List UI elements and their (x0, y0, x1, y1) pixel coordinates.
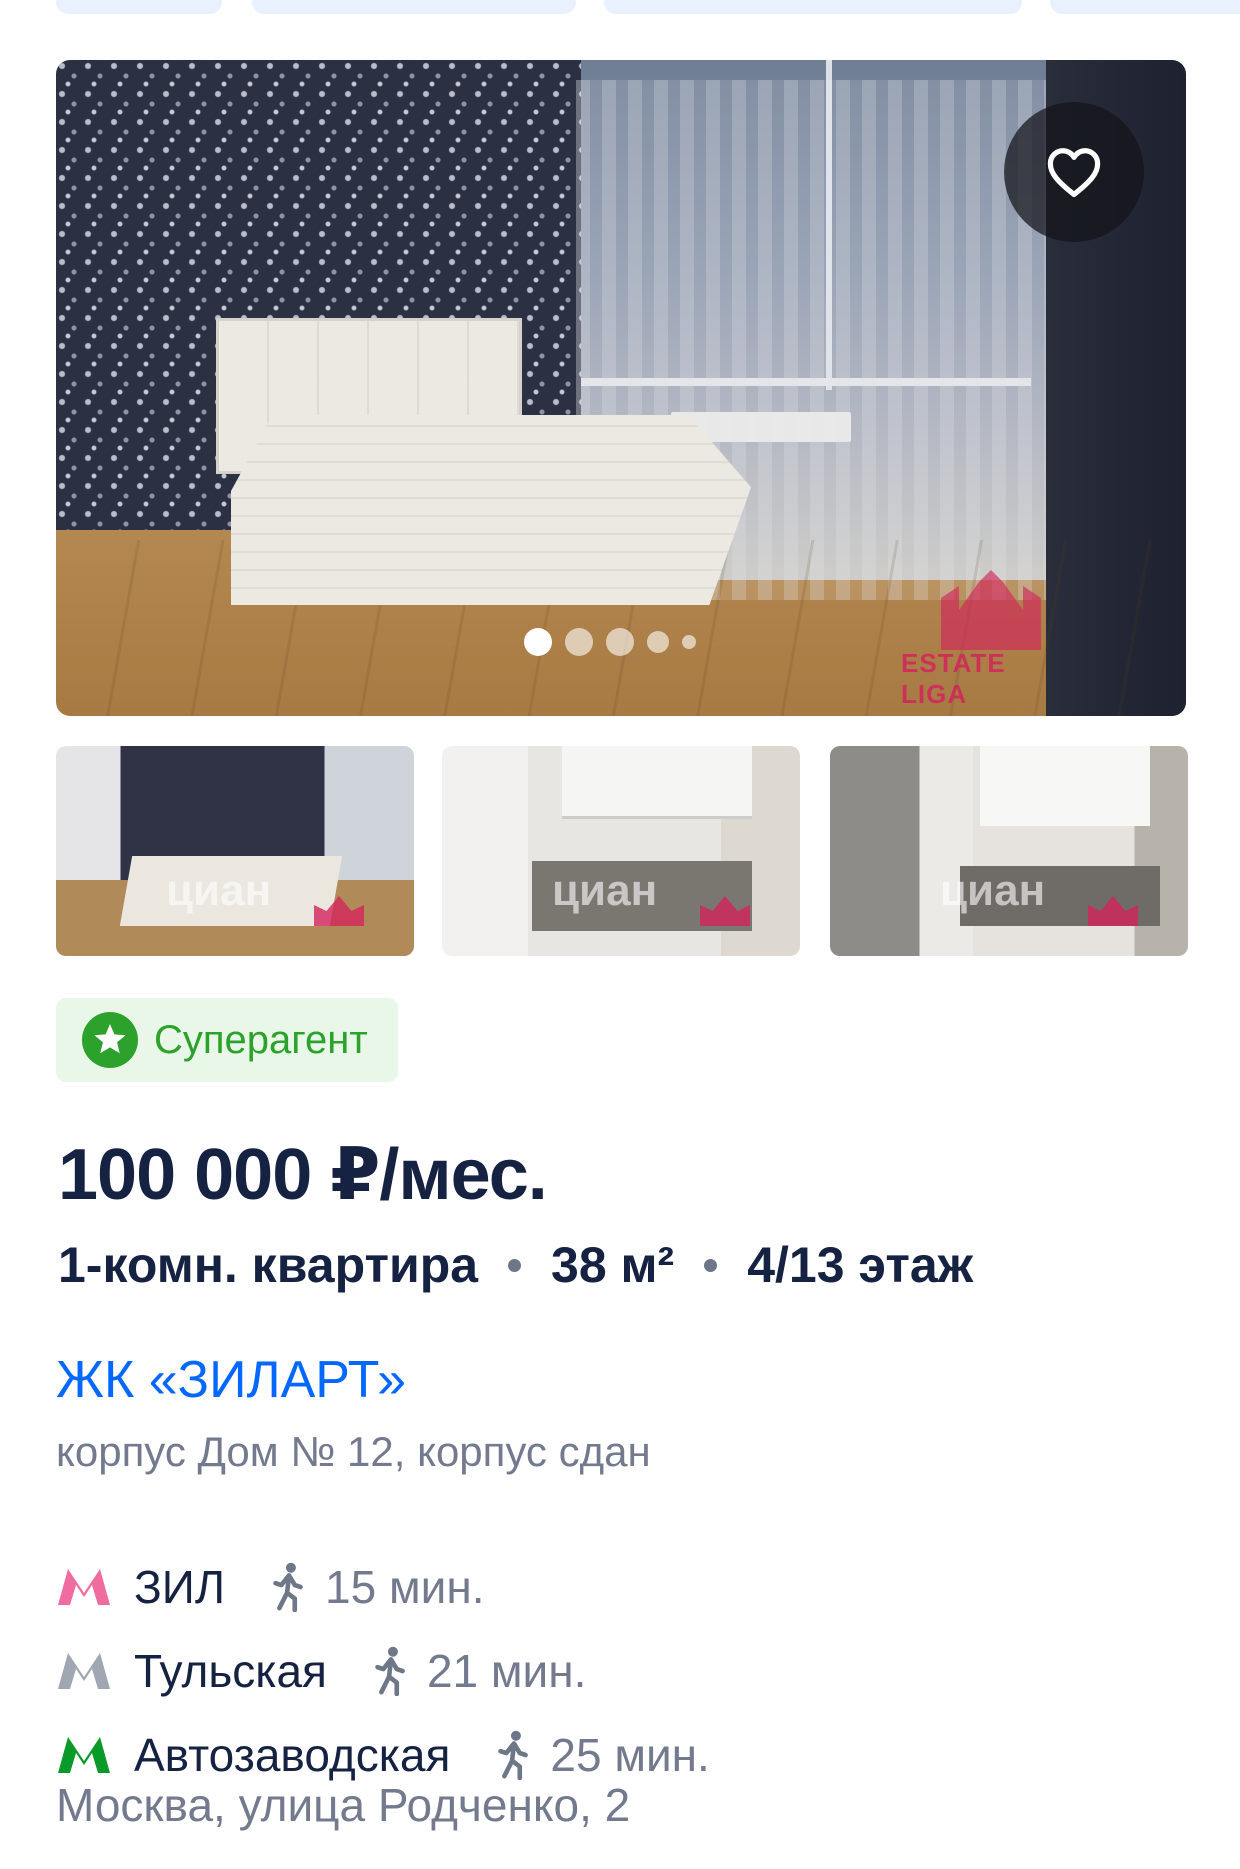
walk-time-label: 25 мин. (550, 1729, 710, 1781)
listing-params: 1-комн. квартира 38 м² 4/13 этаж (58, 1236, 973, 1294)
metro-row: Автозаводская 25 мин. (56, 1728, 710, 1782)
metro-station-name[interactable]: Автозаводская (134, 1728, 450, 1782)
metro-row: Тульская 21 мин. (56, 1644, 586, 1698)
floor-label: 4/13 этаж (747, 1237, 974, 1293)
gallery-dot[interactable] (606, 628, 634, 656)
area-label: 38 м² (551, 1237, 675, 1293)
thumbnail-photo[interactable]: циан (830, 746, 1188, 956)
filter-chip[interactable] (604, 0, 1022, 14)
thumbnail-cabinets (562, 746, 752, 819)
walking-person-icon (498, 1730, 529, 1780)
walking-person-icon (273, 1562, 303, 1612)
photo-bed (231, 415, 751, 605)
agency-watermark: ESTATE LIGA (901, 570, 1051, 709)
walk-time-label: 15 мин. (325, 1561, 485, 1613)
walk-time: 25 мин. (494, 1728, 710, 1782)
thumbnail-photo[interactable]: циан (56, 746, 414, 956)
filter-chip[interactable] (1050, 0, 1240, 14)
separator-dot (704, 1258, 718, 1272)
star-icon (82, 1012, 138, 1068)
walk-time: 21 мин. (371, 1644, 586, 1698)
listing-address[interactable]: Москва, улица Родченко, 2 (56, 1778, 630, 1832)
listing-price: 100 000 ₽/мес. (58, 1135, 548, 1215)
metro-icon (58, 1653, 110, 1689)
thumbnail-cabinets (980, 746, 1150, 826)
separator-dot (508, 1258, 522, 1272)
metro-row: ЗИЛ 15 мин. (56, 1560, 485, 1614)
rooms-label: 1-комн. квартира (58, 1237, 479, 1293)
favorite-button[interactable] (1004, 102, 1144, 242)
main-photo[interactable]: ESTATE LIGA (56, 60, 1186, 716)
heart-icon (1047, 148, 1101, 198)
gallery-dot[interactable] (647, 631, 669, 653)
metro-station-name[interactable]: Тульская (134, 1644, 327, 1698)
filter-chip[interactable] (56, 0, 222, 14)
filter-chip[interactable] (252, 0, 576, 14)
building-info: корпус Дом № 12, корпус сдан (56, 1428, 651, 1475)
metro-icon (58, 1569, 110, 1605)
gallery-dot-active[interactable] (524, 628, 552, 656)
superagent-badge[interactable]: Суперагент (56, 998, 398, 1082)
thumbnail-photo[interactable]: циан (442, 746, 800, 956)
thumbnail-watermark: циан (166, 866, 272, 915)
thumbnail-watermark: циан (552, 866, 658, 915)
walk-time: 15 мин. (269, 1560, 485, 1614)
gallery-dot[interactable] (682, 635, 696, 649)
superagent-badge-label: Суперагент (154, 1017, 368, 1062)
walking-person-icon (375, 1646, 405, 1696)
agency-watermark-text: ESTATE LIGA (901, 648, 1006, 709)
gallery-dots (524, 628, 696, 656)
agency-watermark-logo (941, 570, 1041, 650)
metro-station-name[interactable]: ЗИЛ (134, 1560, 225, 1614)
complex-link[interactable]: ЖК «ЗИЛАРТ» (56, 1350, 406, 1410)
gallery-dot[interactable] (565, 628, 593, 656)
metro-icon (58, 1737, 110, 1773)
walk-time-label: 21 мин. (426, 1645, 587, 1697)
thumbnail-watermark: циан (940, 866, 1046, 915)
